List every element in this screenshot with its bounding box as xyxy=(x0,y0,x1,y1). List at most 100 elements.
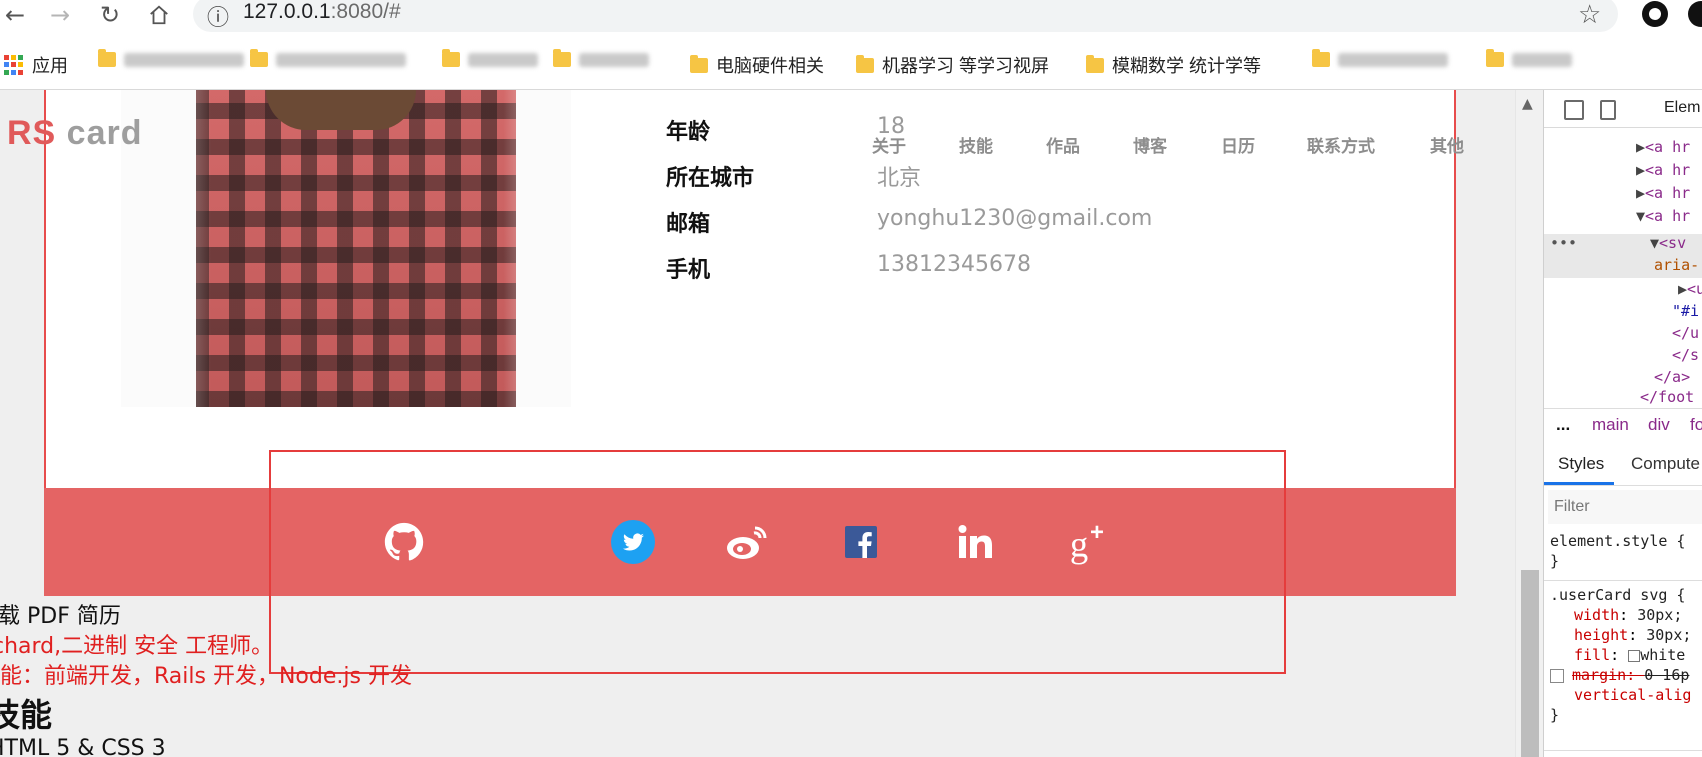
color-swatch[interactable] xyxy=(1628,649,1641,662)
folder-icon xyxy=(690,54,708,73)
dom-node[interactable]: ▶<a hr xyxy=(1636,138,1690,156)
folder-icon xyxy=(1486,49,1504,67)
info-label: 手机 xyxy=(666,258,711,283)
facebook-icon[interactable] xyxy=(839,520,883,564)
devtools-toolbar: Elem xyxy=(1544,90,1702,128)
apps-grid-icon xyxy=(4,55,24,75)
google-plus-icon[interactable]: g + xyxy=(1068,519,1112,565)
dom-node[interactable]: ▶<a hr xyxy=(1636,184,1690,202)
bookmark-apps[interactable]: 应用 xyxy=(4,52,68,78)
profile-photo xyxy=(121,90,571,407)
dom-text: "#i xyxy=(1672,302,1700,320)
devtools-panel: Elem ▶<a hr ▶<a hr ▶<a hr ▼<a hr ••• ▼<s… xyxy=(1543,90,1702,757)
bookmarks-bar: 应用 电脑硬件相关 机器学习 等学习视屏 模糊数学 统计学等 xyxy=(0,44,1702,90)
svg-text:g: g xyxy=(1070,524,1088,565)
breadcrumb-item[interactable]: main xyxy=(1592,415,1629,435)
dom-node: </a> xyxy=(1654,368,1691,386)
breadcrumb: ... main div fo xyxy=(1544,408,1702,442)
tab-styles[interactable]: Styles xyxy=(1558,454,1604,474)
dom-node[interactable]: ▼<a hr xyxy=(1636,207,1690,225)
nav-item-other[interactable]: 其他 xyxy=(1430,132,1464,157)
css-rule-element-style: element.style { } xyxy=(1550,532,1686,570)
nav-item-blog[interactable]: 博客 xyxy=(1133,132,1167,157)
bookmark-label: 应用 xyxy=(32,56,68,76)
folder-icon xyxy=(553,49,571,67)
styles-tabs: Styles Compute xyxy=(1544,442,1702,486)
nav-item-about[interactable]: 关于 xyxy=(872,132,906,157)
folder-icon xyxy=(856,54,874,73)
extension-icon-2[interactable] xyxy=(1688,1,1702,27)
site-info-icon[interactable]: ⓘ xyxy=(207,0,229,32)
social-links-bar: g + xyxy=(44,488,1456,596)
site-logo[interactable]: RS card xyxy=(7,114,143,153)
dom-node: </s xyxy=(1672,346,1700,364)
nav-item-calendar[interactable]: 日历 xyxy=(1221,132,1255,157)
breadcrumb-item[interactable]: fo xyxy=(1690,415,1702,435)
device-toolbar-icon[interactable] xyxy=(1600,100,1616,120)
download-pdf-link[interactable]: 下载 PDF 简历 xyxy=(0,598,121,630)
linkedin-icon[interactable] xyxy=(954,520,998,564)
nav-item-skills[interactable]: 技能 xyxy=(959,132,993,157)
folder-icon xyxy=(1086,54,1104,73)
scroll-thumb[interactable] xyxy=(1521,570,1539,757)
skills-summary-text: 技能：前端开发，Rails 开发，Node.js 开发 xyxy=(0,664,412,689)
bookmark-folder[interactable] xyxy=(250,49,406,67)
svg-text:+: + xyxy=(1090,519,1104,546)
inspect-element-icon[interactable] xyxy=(1564,100,1584,120)
scroll-up-icon[interactable]: ▲ xyxy=(1522,96,1533,112)
styles-filter-input[interactable]: Filter xyxy=(1548,490,1702,524)
extension-icon[interactable] xyxy=(1642,1,1668,27)
info-value: 北京 xyxy=(877,166,922,191)
bookmark-label: 模糊数学 统计学等 xyxy=(1112,56,1262,76)
breadcrumb-item[interactable]: div xyxy=(1648,415,1670,435)
forward-icon[interactable]: → xyxy=(45,0,75,30)
folder-icon xyxy=(442,49,460,67)
breadcrumb-more[interactable]: ... xyxy=(1556,415,1570,435)
browser-toolbar: ← → ↻ ⓘ 127.0.0.1:8080/# ☆ xyxy=(0,0,1702,44)
dom-node-svg[interactable]: ▼<sv xyxy=(1650,234,1686,252)
folder-icon xyxy=(98,49,116,67)
bookmark-folder[interactable] xyxy=(442,49,538,67)
dom-node[interactable]: ▶<a hr xyxy=(1636,161,1690,179)
twitter-icon[interactable] xyxy=(611,520,655,564)
nav-item-works[interactable]: 作品 xyxy=(1046,132,1080,157)
bookmark-folder[interactable]: 模糊数学 统计学等 xyxy=(1086,52,1261,78)
bookmark-label: 电脑硬件相关 xyxy=(716,56,824,76)
skills-heading: 技能 xyxy=(0,696,53,734)
dom-more-icon[interactable]: ••• xyxy=(1550,234,1577,252)
info-label: 所在城市 xyxy=(666,166,755,191)
page-viewport: 年龄 18 所在城市 北京 邮箱 yonghu1230@gmail.com 手机… xyxy=(0,90,1515,757)
url-text: 127.0.0.1:8080/# xyxy=(243,0,401,23)
back-icon[interactable]: ← xyxy=(0,0,30,30)
dom-node: </foot xyxy=(1640,388,1695,406)
page-scrollbar[interactable]: ▲ xyxy=(1515,90,1543,757)
bookmark-folder[interactable] xyxy=(553,49,649,67)
bookmark-folder[interactable] xyxy=(98,49,244,67)
nav-item-contact[interactable]: 联系方式 xyxy=(1307,132,1375,157)
bookmark-folder[interactable] xyxy=(1486,49,1572,67)
bookmark-label: 机器学习 等学习视屏 xyxy=(882,56,1050,76)
dom-node[interactable]: ▶<u xyxy=(1678,280,1702,298)
bookmark-folder[interactable] xyxy=(1312,49,1448,67)
tab-computed[interactable]: Compute xyxy=(1631,454,1700,474)
intro-text: chard,二进制 安全 工程师。 xyxy=(0,634,274,659)
skill-item: HTML 5 & CSS 3 xyxy=(0,736,166,757)
github-icon[interactable] xyxy=(382,520,426,564)
bookmark-folder[interactable]: 机器学习 等学习视屏 xyxy=(856,52,1049,78)
folder-icon xyxy=(250,49,268,67)
info-value: 13812345678 xyxy=(877,252,1031,277)
dom-attr: aria- xyxy=(1654,256,1700,274)
toggle-property-checkbox[interactable] xyxy=(1550,668,1564,683)
home-icon[interactable] xyxy=(144,0,174,30)
info-label: 邮箱 xyxy=(666,212,711,237)
info-value: yonghu1230@gmail.com xyxy=(877,206,1153,231)
weibo-icon[interactable] xyxy=(725,520,769,564)
address-bar[interactable]: ⓘ 127.0.0.1:8080/# xyxy=(193,0,1618,32)
reload-icon[interactable]: ↻ xyxy=(95,0,125,30)
dom-node: </u xyxy=(1672,324,1700,342)
info-label: 年龄 xyxy=(666,120,711,145)
bookmark-folder[interactable]: 电脑硬件相关 xyxy=(690,52,824,78)
tab-elements[interactable]: Elem xyxy=(1664,99,1700,117)
bookmark-star-icon[interactable]: ☆ xyxy=(1578,0,1601,30)
folder-icon xyxy=(1312,49,1330,67)
